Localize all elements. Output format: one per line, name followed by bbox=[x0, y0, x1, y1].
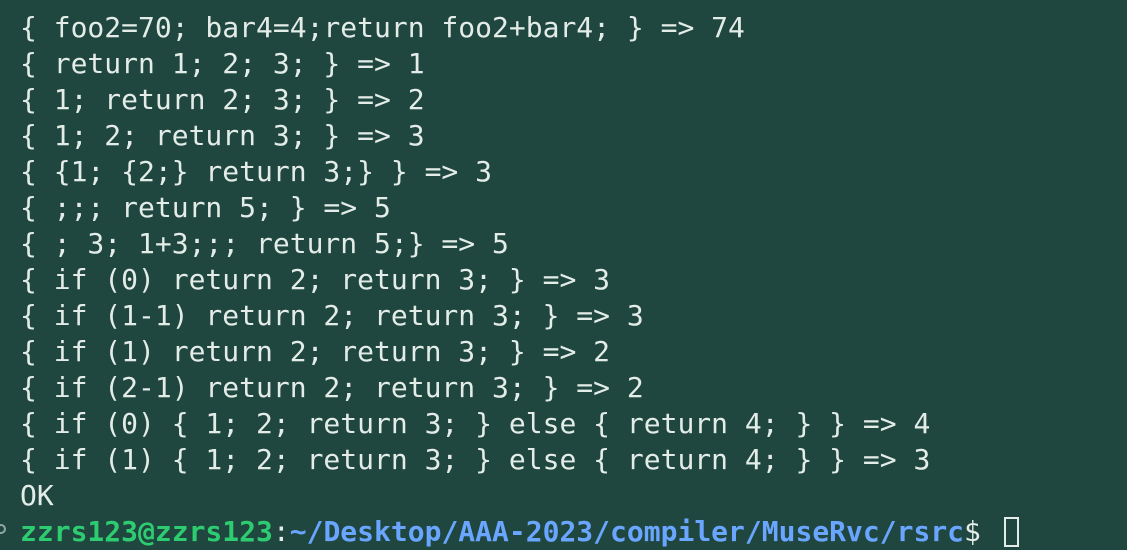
output-line: { 1; return 2; 3; } => 2 bbox=[20, 83, 425, 116]
shell-prompt[interactable]: zzrs123@zzrs123: ~/Desktop/AAA-2023/compi… bbox=[20, 514, 1019, 550]
text-cursor[interactable] bbox=[1003, 517, 1019, 547]
output-line: { 1; 2; return 3; } => 3 bbox=[20, 119, 425, 152]
output-line: { ;;; return 5; } => 5 bbox=[20, 191, 391, 224]
output-line: { if (0) { 1; 2; return 3; } else { retu… bbox=[20, 407, 931, 440]
prompt-path: ~/Desktop/AAA-2023/compiler/MuseRvc/rsrc bbox=[289, 515, 965, 548]
output-line: { if (1) { 1; 2; return 3; } else { retu… bbox=[20, 443, 931, 476]
output-line: { if (2-1) return 2; return 3; } => 2 bbox=[20, 371, 644, 404]
prompt-symbol: $ bbox=[964, 515, 998, 548]
output-line: { if (1-1) return 2; return 3; } => 3 bbox=[20, 299, 644, 332]
prompt-user-host: zzrs123@zzrs123 bbox=[20, 515, 273, 548]
terminal-output: { foo2=70; bar4=4;return foo2+bar4; } =>… bbox=[20, 10, 1120, 514]
output-line: { foo2=70; bar4=4;return foo2+bar4; } =>… bbox=[20, 11, 745, 44]
prompt-separator: : bbox=[272, 515, 290, 548]
output-line: { {1; {2;} return 3;} } => 3 bbox=[20, 155, 493, 188]
output-line: { if (0) return 2; return 3; } => 3 bbox=[20, 263, 611, 296]
output-line: { if (1) return 2; return 3; } => 2 bbox=[20, 335, 611, 368]
output-line: { ; 3; 1+3;;; return 5;} => 5 bbox=[20, 227, 509, 260]
output-line: { return 1; 2; 3; } => 1 bbox=[20, 47, 425, 80]
status-ok-line: OK bbox=[20, 479, 54, 512]
terminal-window[interactable]: { foo2=70; bar4=4;return foo2+bar4; } =>… bbox=[0, 0, 1127, 549]
prompt-marker-icon bbox=[0, 524, 6, 534]
